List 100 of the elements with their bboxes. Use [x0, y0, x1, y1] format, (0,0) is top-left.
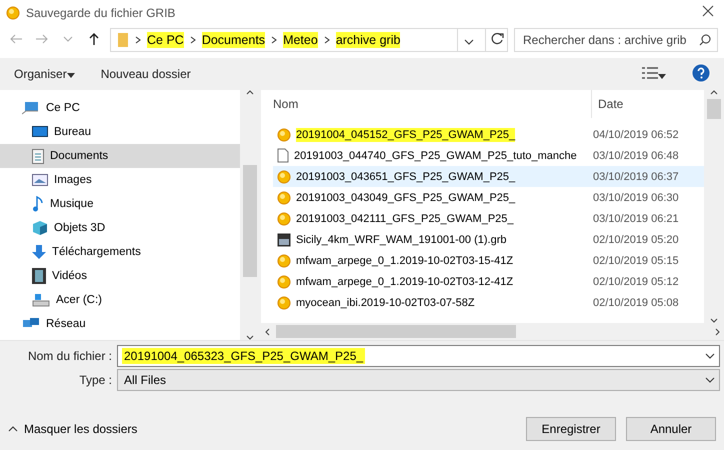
sidebar-item[interactable]: Bureau	[0, 120, 240, 144]
breadcrumb-item[interactable]: Documents	[202, 32, 266, 48]
sidebar-item[interactable]: Documents	[0, 144, 240, 168]
sidebar-item[interactable]: Ce PC	[0, 96, 240, 120]
scrollbar-thumb[interactable]	[276, 325, 516, 338]
file-date: 03/10/2019 06:48	[592, 150, 679, 162]
file-name: myocean_ibi.2019-10-02T03-07-58Z	[296, 296, 475, 310]
list-view-icon	[642, 66, 658, 78]
horizontal-scrollbar[interactable]	[261, 323, 724, 340]
download-arrow-icon	[32, 244, 46, 260]
folder-icon	[117, 32, 129, 48]
column-header[interactable]: Date	[592, 97, 624, 111]
drive-icon	[32, 293, 50, 307]
scrollbar-thumb[interactable]	[707, 99, 721, 119]
caret-icon	[66, 73, 75, 78]
field-label: Type :	[78, 373, 112, 387]
save-button[interactable]: Enregistrer	[526, 417, 616, 441]
scrollbar-thumb[interactable]	[243, 164, 257, 278]
breadcrumb-item[interactable]: Ce PC	[147, 32, 184, 48]
file-date: 02/10/2019 05:20	[592, 234, 679, 246]
caret-icon	[705, 377, 715, 383]
music-note-icon	[32, 196, 44, 212]
organize-menu-button[interactable]: Organiser	[12, 65, 77, 83]
sun-icon	[277, 212, 291, 226]
sun-icon	[277, 190, 291, 204]
help-icon	[692, 64, 710, 82]
image-icon	[277, 232, 291, 246]
file-row[interactable]: myocean_ibi.2019-10-02T03-07-58Z 02/10/2019 05:08	[273, 292, 704, 313]
field-label: Nom du fichier :	[26, 349, 112, 363]
up-chevron-icon	[8, 426, 18, 432]
file-date: 02/10/2019 05:15	[592, 254, 679, 266]
up-icon	[87, 32, 101, 46]
sun-icon	[277, 274, 291, 288]
cube-icon	[32, 220, 48, 236]
file-name: 20191003_042111_GFS_P25_GWAM_P25_	[296, 212, 514, 226]
sidebar-item[interactable]: Objets 3D	[0, 216, 240, 240]
caret-icon	[658, 74, 666, 78]
file-date: 03/10/2019 06:21	[592, 212, 679, 224]
document-icon	[277, 148, 289, 163]
file-row[interactable]: 20191003_044740_GFS_P25_GWAM_P25_tuto_manche 03/10/2019 06:48	[273, 145, 704, 166]
chevron-icon	[190, 36, 196, 44]
file-row[interactable]: 20191003_043049_GFS_P25_GWAM_P25_ 03/10/2019 06:30	[273, 187, 704, 208]
file-row[interactable]: 20191003_042111_GFS_P25_GWAM_P25_ 03/10/2019 06:21	[273, 208, 704, 229]
breadcrumb-item[interactable]: archive grib	[336, 32, 400, 48]
sidebar-item[interactable]: Musique	[0, 192, 240, 216]
caret-icon	[705, 353, 715, 359]
cancel-button[interactable]: Annuler	[626, 417, 716, 441]
chevron-icon	[135, 36, 141, 44]
file-name: Sicily_4km_WRF_WAM_191001-00 (1).grb	[296, 232, 506, 246]
sidebar-item[interactable]: Réseau	[0, 312, 240, 336]
sun-icon	[277, 170, 291, 184]
file-row[interactable]: mfwam_arpege_0_1.2019-10-02T03-12-41Z 02/10/2019 05:12	[273, 271, 704, 292]
refresh-icon	[490, 32, 504, 46]
search-icon	[699, 34, 711, 46]
file-date: 04/10/2019 06:52	[592, 128, 679, 140]
monitor-icon	[32, 126, 48, 138]
sun-icon	[6, 6, 20, 20]
file-row[interactable]: 20191003_043651_GFS_P25_GWAM_P25_ 03/10/2019 06:37	[273, 166, 704, 187]
sidebar-item[interactable]: Images	[0, 168, 240, 192]
close-icon	[702, 5, 714, 17]
file-date: 02/10/2019 05:12	[592, 276, 679, 288]
picture-icon	[32, 174, 48, 186]
breadcrumb-item[interactable]: Meteo	[283, 32, 318, 48]
file-date: 03/10/2019 06:37	[592, 170, 679, 182]
file-name: mfwam_arpege_0_1.2019-10-02T03-12-41Z	[296, 274, 514, 288]
sun-icon	[277, 296, 291, 310]
back-icon	[9, 32, 23, 46]
file-name: 20191003_044740_GFS_P25_GWAM_P25_tuto_manche	[294, 148, 577, 162]
caret-icon	[464, 38, 474, 44]
file-name: mfwam_arpege_0_1.2019-10-02T03-15-41Z	[296, 254, 514, 268]
sidebar-item[interactable]: Vidéos	[0, 264, 240, 288]
column-header[interactable]: Nom	[261, 90, 592, 118]
down-chevron-icon	[710, 318, 718, 323]
sun-icon	[277, 128, 291, 142]
hide-folders-button[interactable]: Masquer les dossiers	[8, 422, 138, 436]
up-chevron-icon	[710, 90, 718, 95]
left-chevron-icon	[265, 328, 270, 336]
address-bar[interactable]: Ce PC Documents Meteo archive grib	[110, 28, 508, 52]
sidebar-item[interactable]: Acer (C:)	[0, 288, 240, 312]
file-name: 20191003_043049_GFS_P25_GWAM_P25_	[296, 190, 516, 204]
sun-icon	[277, 254, 291, 268]
type-dropdown[interactable]: All Files	[117, 369, 720, 391]
search-field[interactable]: Rechercher dans : archive grib	[514, 28, 718, 52]
chevron-icon	[324, 36, 330, 44]
forward-icon	[35, 32, 49, 46]
scrollbar[interactable]	[240, 90, 260, 340]
sidebar-item[interactable]: Téléchargements	[0, 240, 240, 264]
filename-field[interactable]: 20191004_065323_GFS_P25_GWAM_P25_	[117, 345, 720, 367]
file-row[interactable]: Sicily_4km_WRF_WAM_191001-00 (1).grb 02/10/2019 05:20	[273, 229, 704, 250]
film-icon	[32, 268, 46, 284]
new-folder-button[interactable]: Nouveau dossier	[98, 65, 193, 83]
file-date: 02/10/2019 05:08	[592, 296, 679, 308]
up-chevron-icon	[246, 90, 254, 95]
file-date: 03/10/2019 06:30	[592, 192, 679, 204]
window-title: Sauvegarde du fichier GRIB	[26, 6, 176, 20]
file-row[interactable]: mfwam_arpege_0_1.2019-10-02T03-15-41Z 02/10/2019 05:15	[273, 250, 704, 271]
document-icon	[32, 148, 44, 164]
chevron-icon	[271, 36, 278, 44]
computer-icon	[22, 101, 40, 115]
down-chevron-icon	[246, 335, 254, 340]
